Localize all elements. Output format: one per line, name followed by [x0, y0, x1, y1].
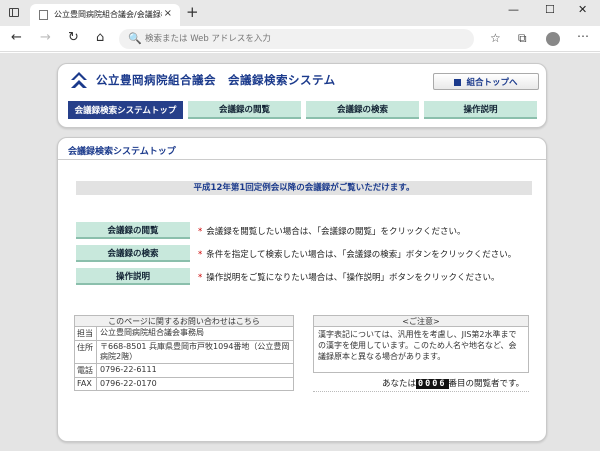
page-title: 会議録検索システムトップ	[68, 147, 176, 157]
search-minutes-desc: * 条件を指定して検索したい場合は、「会議録の検索」ボタンをクリックください。	[198, 248, 516, 260]
page-favicon-icon	[39, 10, 48, 20]
contact-key: 住所	[75, 341, 97, 363]
search-icon: 🔍	[128, 32, 142, 45]
contact-row-address: 住所 〒668-8501 兵庫県豊岡市戸牧1094番地（公立豊岡病院2階）	[74, 341, 294, 364]
contact-key: FAX	[75, 378, 97, 390]
collections-icon[interactable]: ⧉	[518, 31, 527, 46]
contact-value: 〒668-8501 兵庫県豊岡市戸牧1094番地（公立豊岡病院2階）	[100, 342, 290, 361]
union-top-link-label: 組合トップへ	[466, 77, 518, 88]
window-menu-icon[interactable]	[9, 8, 19, 17]
contact-key: 電話	[75, 364, 97, 377]
menu-tab-help[interactable]: 操作説明	[424, 101, 537, 119]
counter-divider	[313, 391, 529, 392]
contact-value: 0796-22-6111	[100, 365, 157, 374]
contact-row-phone: 電話 0796-22-6111	[74, 364, 294, 378]
title-divider	[58, 159, 546, 160]
window-close-button[interactable]: ✕	[578, 3, 587, 16]
menu-tab-top[interactable]: 会議録検索システムトップ	[68, 101, 183, 119]
caution-heading: <ご注意>	[313, 315, 529, 327]
favorites-icon[interactable]: ☆	[490, 31, 501, 45]
star-bullet: *	[198, 273, 203, 283]
square-bullet-icon	[454, 78, 462, 86]
contact-row-fax: FAX 0796-22-0170	[74, 378, 294, 391]
site-header: 公立豊岡病院組合議会 会議録検索システム 組合トップへ 会議録検索システムトップ…	[57, 63, 547, 128]
union-top-link[interactable]: 組合トップへ	[433, 73, 539, 90]
contact-row-staff: 担当 公立豊岡病院組合議会事務局	[74, 327, 294, 341]
counter-suffix: 番目の閲覧者です。	[448, 379, 525, 389]
address-input[interactable]	[145, 32, 445, 46]
address-bar[interactable]: 🔍	[119, 29, 474, 49]
site-title: 公立豊岡病院組合議会 会議録検索システム	[96, 73, 336, 87]
help-button[interactable]: 操作説明	[76, 268, 190, 285]
browse-minutes-desc: * 会議録を閲覧したい場合は、「会議録の閲覧」をクリックください。	[198, 225, 466, 237]
help-desc: * 操作説明をご覧になりたい場合は、「操作説明」ボタンをクリックください。	[198, 271, 500, 283]
star-bullet: *	[198, 227, 203, 237]
counter-digits: 0006	[416, 379, 449, 389]
browser-tab[interactable]: 公立豊岡病院組合議会/会議録検索 ×	[30, 4, 180, 26]
help-desc-text: 操作説明をご覧になりたい場合は、「操作説明」ボタンをクリックください。	[206, 273, 500, 283]
window-maximize-button[interactable]: ☐	[545, 3, 555, 16]
contact-heading: このページに関するお問い合わせはこちら	[74, 315, 294, 327]
tab-close-icon[interactable]: ×	[164, 8, 172, 19]
browse-minutes-button[interactable]: 会議録の閲覧	[76, 222, 190, 239]
contact-table: このページに関するお問い合わせはこちら 担当 公立豊岡病院組合議会事務局 住所 …	[74, 315, 294, 391]
search-minutes-button[interactable]: 会議録の検索	[76, 245, 190, 262]
menu-tab-browse[interactable]: 会議録の閲覧	[188, 101, 301, 119]
more-menu-icon[interactable]: ⋯	[577, 29, 589, 43]
home-button[interactable]: ⌂	[96, 30, 104, 45]
visitor-counter: あなたは 0006 番目の閲覧者です。	[382, 377, 524, 389]
menu-tab-search[interactable]: 会議録の検索	[306, 101, 419, 119]
window-minimize-button[interactable]: —	[508, 3, 519, 16]
star-bullet: *	[198, 250, 203, 260]
forward-button[interactable]: →	[40, 30, 51, 45]
caution-body: 漢字表記については、汎用性を考慮し、JIS第2水準までの漢字を使用しています。こ…	[313, 327, 529, 373]
caution-box: <ご注意> 漢字表記については、汎用性を考慮し、JIS第2水準までの漢字を使用し…	[313, 315, 529, 373]
browser-tab-bar: 公立豊岡病院組合議会/会議録検索 × + — ☐ ✕	[0, 0, 600, 26]
browser-nav-bar: ← → ↻ ⌂ 🔍 ☆ ⧉ ⋯	[0, 26, 600, 52]
contact-key: 担当	[75, 327, 97, 340]
profile-avatar[interactable]	[546, 32, 560, 46]
contact-value: 0796-22-0170	[100, 379, 157, 388]
new-tab-button[interactable]: +	[186, 3, 199, 21]
browse-minutes-desc-text: 会議録を閲覧したい場合は、「会議録の閲覧」をクリックください。	[206, 227, 466, 237]
back-button[interactable]: ←	[11, 30, 22, 45]
main-panel: 会議録検索システムトップ 平成12年第1回定例会以降の会議録がご覧いただけます。…	[57, 137, 547, 442]
council-logo-icon	[71, 72, 87, 88]
notice-banner: 平成12年第1回定例会以降の会議録がご覧いただけます。	[76, 181, 532, 195]
refresh-button[interactable]: ↻	[68, 30, 79, 45]
tab-title: 公立豊岡病院組合議会/会議録検索	[54, 10, 162, 19]
counter-prefix: あなたは	[382, 379, 417, 389]
page-viewport: 公立豊岡病院組合議会 会議録検索システム 組合トップへ 会議録検索システムトップ…	[0, 53, 600, 451]
search-minutes-desc-text: 条件を指定して検索したい場合は、「会議録の検索」ボタンをクリックください。	[206, 250, 517, 260]
contact-value: 公立豊岡病院組合議会事務局	[100, 328, 204, 337]
